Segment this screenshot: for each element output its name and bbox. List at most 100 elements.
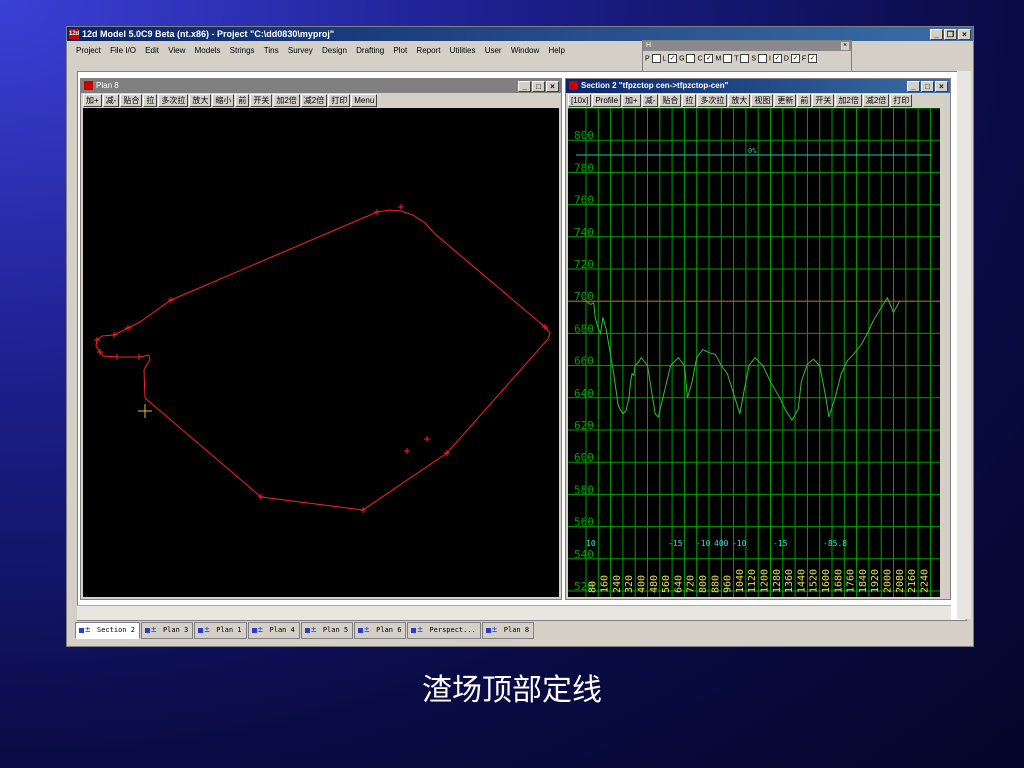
horizontal-scrollbar[interactable] xyxy=(77,605,951,620)
palette-checkbox[interactable] xyxy=(757,54,767,63)
palette-checkbox[interactable]: ✓ xyxy=(808,54,818,63)
menu-tins[interactable]: Tins xyxy=(264,46,279,55)
section-toolbar-button-7[interactable]: 放大 xyxy=(728,94,751,107)
palette-item-l[interactable]: L ✓ xyxy=(663,54,678,63)
plan-toolbar-button-4[interactable]: 多次拉 xyxy=(158,94,189,107)
plan-canvas[interactable] xyxy=(83,108,559,597)
plan-toolbar-button-7[interactable]: 前 xyxy=(235,94,250,107)
plan-close-icon[interactable]: × xyxy=(546,81,559,92)
view-icon xyxy=(79,623,92,638)
menu-utilities[interactable]: Utilities xyxy=(450,46,476,55)
menu-file-io[interactable]: File I/O xyxy=(110,46,136,55)
palette-checkbox[interactable]: ✓ xyxy=(704,54,714,63)
section-toolbar-button-2[interactable]: 加+ xyxy=(622,94,641,107)
menu-drafting[interactable]: Drafting xyxy=(356,46,384,55)
vertical-scrollbar[interactable] xyxy=(957,71,971,619)
menu-help[interactable]: Help xyxy=(549,46,565,55)
section-toolbar-button-10[interactable]: 前 xyxy=(797,94,812,107)
plan-toolbar-button-10[interactable]: 减2倍 xyxy=(300,94,328,107)
menu-plot[interactable]: Plot xyxy=(393,46,407,55)
menu-view[interactable]: View xyxy=(168,46,185,55)
plan-toolbar-button-0[interactable]: 加+ xyxy=(83,94,102,107)
tab-label: Perspect... xyxy=(429,626,476,634)
x-tick-label: 320 xyxy=(624,575,635,593)
app-titlebar[interactable]: 12d 12d Model 5.0C9 Beta (nt.x86) - Proj… xyxy=(67,27,973,41)
palette-item-p[interactable]: P xyxy=(645,54,661,63)
section-canvas[interactable]: 8208007807607407207006806606406206005805… xyxy=(568,108,940,597)
palette-checkbox[interactable]: ✓ xyxy=(772,54,782,63)
plan-minimize-icon[interactable]: _ xyxy=(518,81,531,92)
section-maximize-icon[interactable]: □ xyxy=(921,81,934,92)
plan-toolbar-button-2[interactable]: 贴合 xyxy=(120,94,143,107)
tab-plan-3[interactable]: Plan 3 xyxy=(140,622,194,639)
tab-plan-6[interactable]: Plan 6 xyxy=(354,622,407,639)
minimize-icon[interactable]: _ xyxy=(930,29,943,40)
section-titlebar[interactable]: Section 2 "tfpzctop cen->tfpzctop-cen" _… xyxy=(566,79,950,93)
close-icon[interactable]: × xyxy=(958,29,971,40)
plan-toolbar-button-9[interactable]: 加2倍 xyxy=(273,94,300,107)
section-toolbar-button-11[interactable]: 开关 xyxy=(812,94,835,107)
vertex-annotation: -15 xyxy=(668,539,683,548)
plan-toolbar-button-6[interactable]: 缩小 xyxy=(212,94,235,107)
menu-survey[interactable]: Survey xyxy=(288,46,313,55)
palette-checkbox[interactable]: ✓ xyxy=(790,54,800,63)
palette-titlebar[interactable]: H × xyxy=(643,41,851,51)
tab-perspective[interactable]: Perspect... xyxy=(407,622,481,639)
tab-label: Plan 6 xyxy=(376,626,402,634)
plan-titlebar[interactable]: Plan 8 _ □ × xyxy=(81,79,561,93)
palette-item-c[interactable]: C ✓ xyxy=(697,54,714,63)
tab-section-2[interactable]: Section 2 xyxy=(75,622,140,639)
plan-toolbar-button-12[interactable]: Menu xyxy=(351,94,378,107)
palette-item-s[interactable]: S xyxy=(751,54,767,63)
plan-toolbar-button-11[interactable]: 打印 xyxy=(328,94,351,107)
x-tick-label: 1520 xyxy=(809,569,820,593)
menu-report[interactable]: Report xyxy=(416,46,440,55)
plan-maximize-icon[interactable]: □ xyxy=(532,81,545,92)
menu-strings[interactable]: Strings xyxy=(230,46,255,55)
palette-item-f[interactable]: F ✓ xyxy=(802,54,818,63)
menu-design[interactable]: Design xyxy=(322,46,347,55)
restore-icon[interactable]: ❐ xyxy=(944,29,957,40)
section-toolbar-button-3[interactable]: 减- xyxy=(641,94,659,107)
section-toolbar-button-0[interactable]: [10x] xyxy=(568,94,592,107)
section-toolbar-button-5[interactable]: 拉 xyxy=(682,94,697,107)
menu-project[interactable]: Project xyxy=(76,46,101,55)
palette-item-i[interactable]: I ✓ xyxy=(769,54,782,63)
plan-toolbar-button-5[interactable]: 放大 xyxy=(189,94,212,107)
palette-item-m[interactable]: M xyxy=(715,54,733,63)
section-toolbar-button-6[interactable]: 多次拉 xyxy=(697,94,728,107)
menu-window[interactable]: Window xyxy=(511,46,539,55)
plan-window[interactable]: Plan 8 _ □ × 加+ 减- 贴合拉多次拉 放大 缩小前开关 加2倍 减2倍 打印 Me… xyxy=(80,78,562,600)
section-toolbar-button-12[interactable]: 加2倍 xyxy=(835,94,862,107)
menu-models[interactable]: Models xyxy=(195,46,221,55)
section-toolbar-button-14[interactable]: 打印 xyxy=(890,94,913,107)
palette-item-label: M xyxy=(715,55,724,63)
palette-item-d[interactable]: D ✓ xyxy=(784,54,800,63)
tab-plan-1[interactable]: Plan 1 xyxy=(194,622,247,639)
palette-close-icon[interactable]: × xyxy=(841,42,849,50)
section-toolbar-button-9[interactable]: 更新 xyxy=(774,94,797,107)
palette-checkbox[interactable]: ✓ xyxy=(668,54,678,63)
palette-item-g[interactable]: G xyxy=(679,54,696,63)
tab-plan-8[interactable]: Plan 8 xyxy=(481,622,535,639)
menu-user[interactable]: User xyxy=(485,46,502,55)
tab-plan-5[interactable]: Plan 5 xyxy=(300,622,354,639)
plan-toolbar-button-1[interactable]: 减- xyxy=(102,94,120,107)
section-toolbar-button-13[interactable]: 减2倍 xyxy=(862,94,890,107)
plan-toolbar-button-8[interactable]: 开关 xyxy=(250,94,273,107)
palette-checkbox[interactable] xyxy=(740,54,750,63)
section-toolbar-button-1[interactable]: Profile xyxy=(592,94,622,107)
palette-item-t[interactable]: T xyxy=(734,54,750,63)
palette-checkbox[interactable] xyxy=(651,54,661,63)
section-toolbar-button-4[interactable]: 贴合 xyxy=(659,94,682,107)
section-minimize-icon[interactable]: _ xyxy=(907,81,920,92)
palette-checkbox[interactable] xyxy=(723,54,733,63)
tab-plan-4[interactable]: Plan 4 xyxy=(247,622,300,639)
section-close-icon[interactable]: × xyxy=(935,81,948,92)
x-tick-label: 800 xyxy=(698,575,709,593)
menu-edit[interactable]: Edit xyxy=(145,46,159,55)
palette-checkbox[interactable] xyxy=(686,54,696,63)
section-window[interactable]: Section 2 "tfpzctop cen->tfpzctop-cen" _… xyxy=(565,78,951,600)
plan-toolbar-button-3[interactable]: 拉 xyxy=(143,94,158,107)
section-toolbar-button-8[interactable]: 视图 xyxy=(751,94,774,107)
